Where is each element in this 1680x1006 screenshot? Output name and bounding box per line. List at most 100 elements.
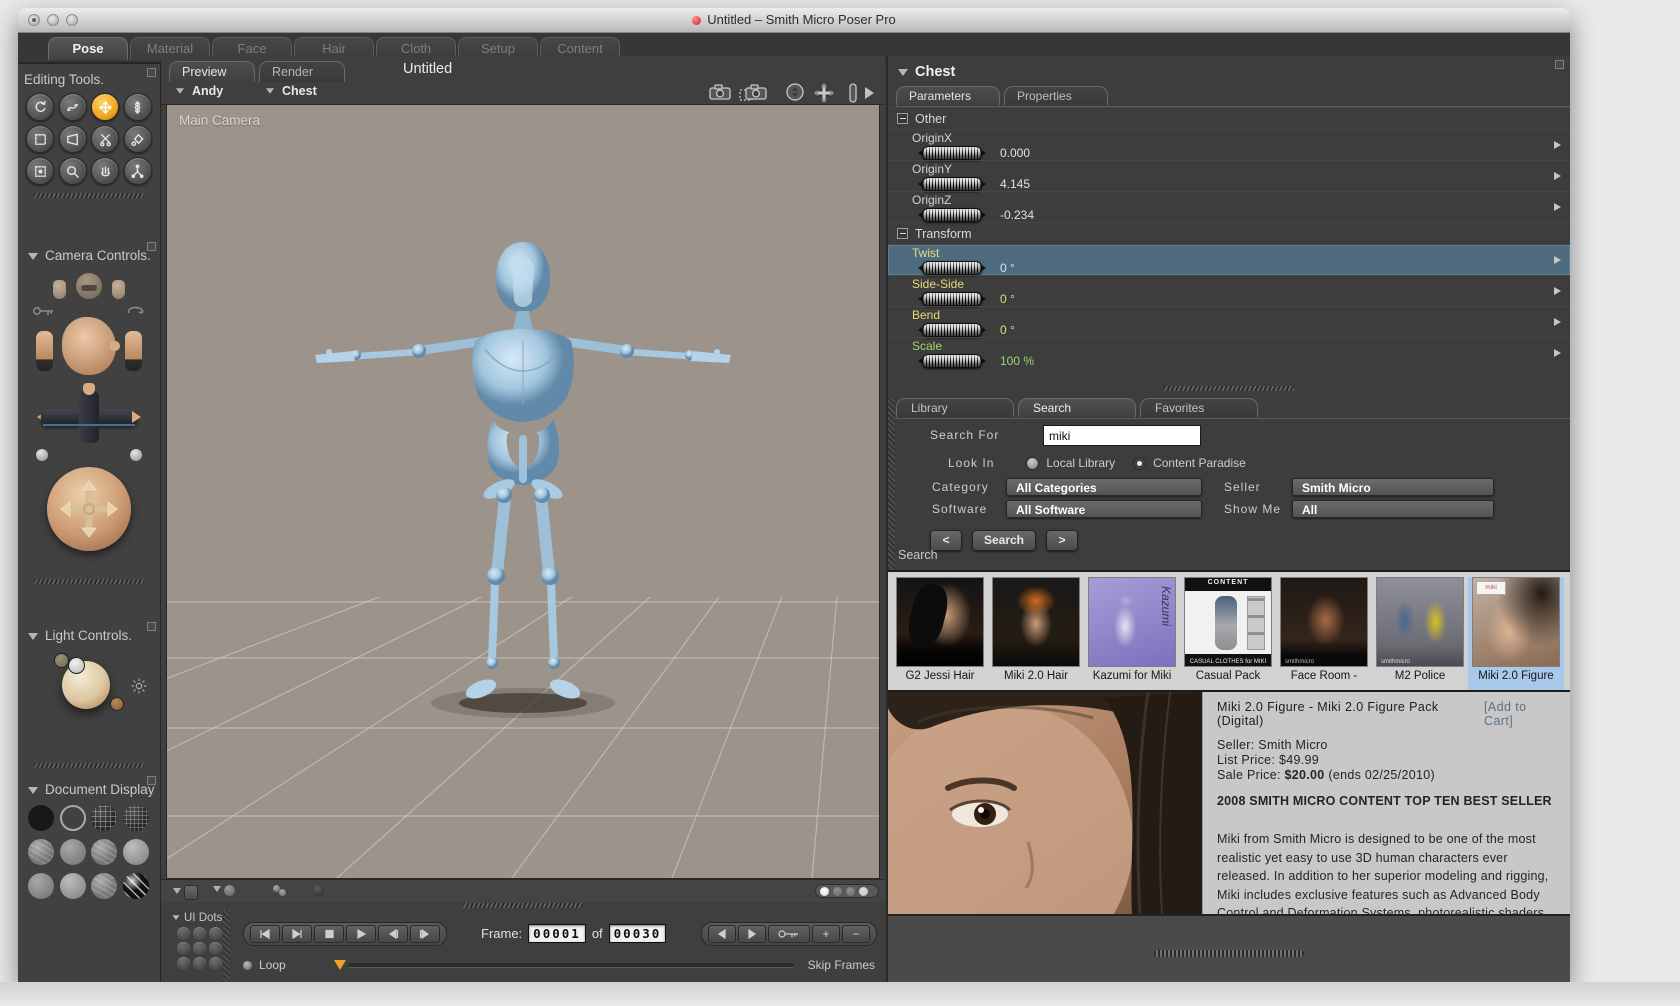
left-hand-camera-icon[interactable] <box>53 280 66 299</box>
camera-indicator-dots[interactable] <box>815 884 879 898</box>
current-actor-header[interactable]: Chest <box>898 64 955 80</box>
tab-preview[interactable]: Preview <box>169 61 255 82</box>
panel-splitter[interactable] <box>223 910 230 982</box>
result-thumbnail[interactable] <box>896 577 984 667</box>
rotate-tool-button[interactable] <box>26 93 54 121</box>
light-2-dot[interactable] <box>68 657 85 674</box>
section-widget-box[interactable] <box>147 242 156 251</box>
result-kazumi-for-miki[interactable]: Kazumi Kazumi for Miki <box>1084 577 1180 690</box>
plus-button[interactable]: + <box>812 925 840 943</box>
camera-ball-icon[interactable] <box>36 449 48 461</box>
play-button[interactable] <box>346 925 376 943</box>
preview-viewport[interactable]: Main Camera <box>166 104 880 879</box>
display-lit-wireframe-button[interactable] <box>28 839 54 865</box>
result-m2-police[interactable]: smithmicro M2 Police <box>1372 577 1468 690</box>
result-thumbnail[interactable]: smithmicro <box>1376 577 1464 667</box>
display-outline-button[interactable] <box>59 805 86 831</box>
direct-manipulation-tool-button[interactable] <box>123 157 152 185</box>
search-input[interactable] <box>1043 425 1201 446</box>
color-tool-button[interactable] <box>123 125 152 153</box>
collapse-triangle-icon[interactable] <box>28 252 38 265</box>
face-camera-trackball-icon[interactable] <box>62 317 120 375</box>
pan-up-icon[interactable] <box>83 383 95 395</box>
parameter-dial[interactable] <box>918 323 986 337</box>
software-dropdown[interactable]: All Software <box>1006 500 1202 518</box>
timeline-marker[interactable] <box>333 960 346 976</box>
parameter-menu-arrow-icon[interactable] <box>1554 349 1565 357</box>
panel-expand-arrow-icon[interactable] <box>865 87 880 99</box>
view-magnifier-tool-button[interactable] <box>58 157 87 185</box>
section-widget-box[interactable] <box>147 68 156 77</box>
sidebar-splitter[interactable] <box>18 191 160 200</box>
twist-tool-button[interactable] <box>58 93 87 121</box>
result-face-room[interactable]: smithmicro Face Room - <box>1276 577 1372 690</box>
camera-trackball[interactable] <box>47 467 131 551</box>
add-keyframe-button[interactable] <box>768 925 810 943</box>
tracking-balls-icon[interactable] <box>273 885 287 897</box>
display-wireframe-button[interactable] <box>91 805 117 831</box>
parameter-menu-arrow-icon[interactable] <box>1554 318 1565 326</box>
current-frame-field[interactable]: 00001 <box>528 924 586 943</box>
display-smooth-lined-button[interactable] <box>59 873 86 899</box>
timeline-splitter[interactable] <box>161 901 885 910</box>
tab-properties[interactable]: Properties <box>1004 86 1108 105</box>
display-flat-lined-button[interactable] <box>91 839 117 865</box>
camera-controls-art[interactable] <box>18 273 160 573</box>
grouping-tool-button[interactable] <box>26 157 54 185</box>
minus-button[interactable]: − <box>842 925 870 943</box>
total-frames-field[interactable]: 00030 <box>608 924 667 943</box>
section-widget-box[interactable] <box>147 622 156 631</box>
last-frame-button[interactable] <box>282 925 312 943</box>
title-bar[interactable]: Untitled – Smith Micro Poser Pro <box>18 8 1570 33</box>
camera-ball-icon[interactable] <box>130 449 142 461</box>
tab-library[interactable]: Library <box>896 398 1014 417</box>
right-hand-camera-icon[interactable] <box>112 280 125 299</box>
light-3-dot[interactable] <box>110 697 124 711</box>
step-forward-button[interactable] <box>410 925 440 943</box>
parameter-menu-arrow-icon[interactable] <box>1554 172 1565 180</box>
shadow-toggle-icon[interactable] <box>313 885 324 896</box>
skip-frames-label[interactable]: Skip Frames <box>808 958 875 972</box>
sidebar-splitter[interactable] <box>18 761 160 770</box>
tab-parameters[interactable]: Parameters <box>896 86 1000 105</box>
scale-tool-button[interactable] <box>26 125 54 153</box>
local-library-radio[interactable] <box>1026 456 1040 470</box>
parameter-menu-arrow-icon[interactable] <box>1554 256 1565 264</box>
morphing-tool-button[interactable] <box>91 157 119 185</box>
result-miki-20-figure-selected[interactable]: miki Miki 2.0 Figure <box>1468 577 1564 690</box>
seller-dropdown[interactable]: Smith Micro <box>1292 478 1494 496</box>
section-widget-box[interactable] <box>147 776 156 785</box>
ui-dots-grid[interactable] <box>177 927 223 970</box>
previous-key-button[interactable] <box>708 925 736 943</box>
parameter-menu-arrow-icon[interactable] <box>1554 203 1565 211</box>
display-hidden-line-button[interactable] <box>122 805 149 831</box>
next-key-button[interactable] <box>738 925 766 943</box>
collapse-box-icon[interactable] <box>897 228 908 239</box>
category-dropdown[interactable]: All Categories <box>1006 478 1202 496</box>
right-hand-icon[interactable] <box>125 331 142 371</box>
taper-tool-button[interactable] <box>58 125 87 153</box>
next-page-button[interactable]: > <box>1046 530 1078 551</box>
translate-pull-tool-button[interactable] <box>91 93 119 121</box>
tab-search[interactable]: Search <box>1018 398 1136 417</box>
pan-right-icon[interactable] <box>132 411 147 423</box>
result-thumbnail[interactable]: smithmicro <box>1280 577 1368 667</box>
display-sketch-button[interactable] <box>122 873 149 899</box>
camera-pan-control[interactable] <box>33 383 147 445</box>
figure-menu[interactable]: Andy <box>175 84 223 98</box>
light-controls-art[interactable] <box>18 647 160 757</box>
parameter-menu-arrow-icon[interactable] <box>1554 141 1565 149</box>
result-thumbnail[interactable]: CONTENT CASUAL CLOTHES for MIKI <box>1184 577 1272 667</box>
param-row-bend[interactable]: Bend 0 ° <box>888 306 1570 337</box>
left-hand-icon[interactable] <box>36 331 53 371</box>
section-widget-box[interactable] <box>1555 60 1564 69</box>
library-splitter[interactable] <box>888 374 1570 398</box>
add-to-cart-link[interactable]: [Add to Cart] <box>1484 700 1558 728</box>
collapse-triangle-icon[interactable] <box>28 632 38 645</box>
actor-menu[interactable]: Chest <box>265 84 317 98</box>
group-other[interactable]: Other <box>888 107 1570 129</box>
panel-bottom-bar[interactable] <box>888 914 1570 982</box>
tab-favorites[interactable]: Favorites <box>1140 398 1258 417</box>
loop-toggle[interactable] <box>243 960 252 970</box>
display-silhouette-button[interactable] <box>28 805 54 831</box>
